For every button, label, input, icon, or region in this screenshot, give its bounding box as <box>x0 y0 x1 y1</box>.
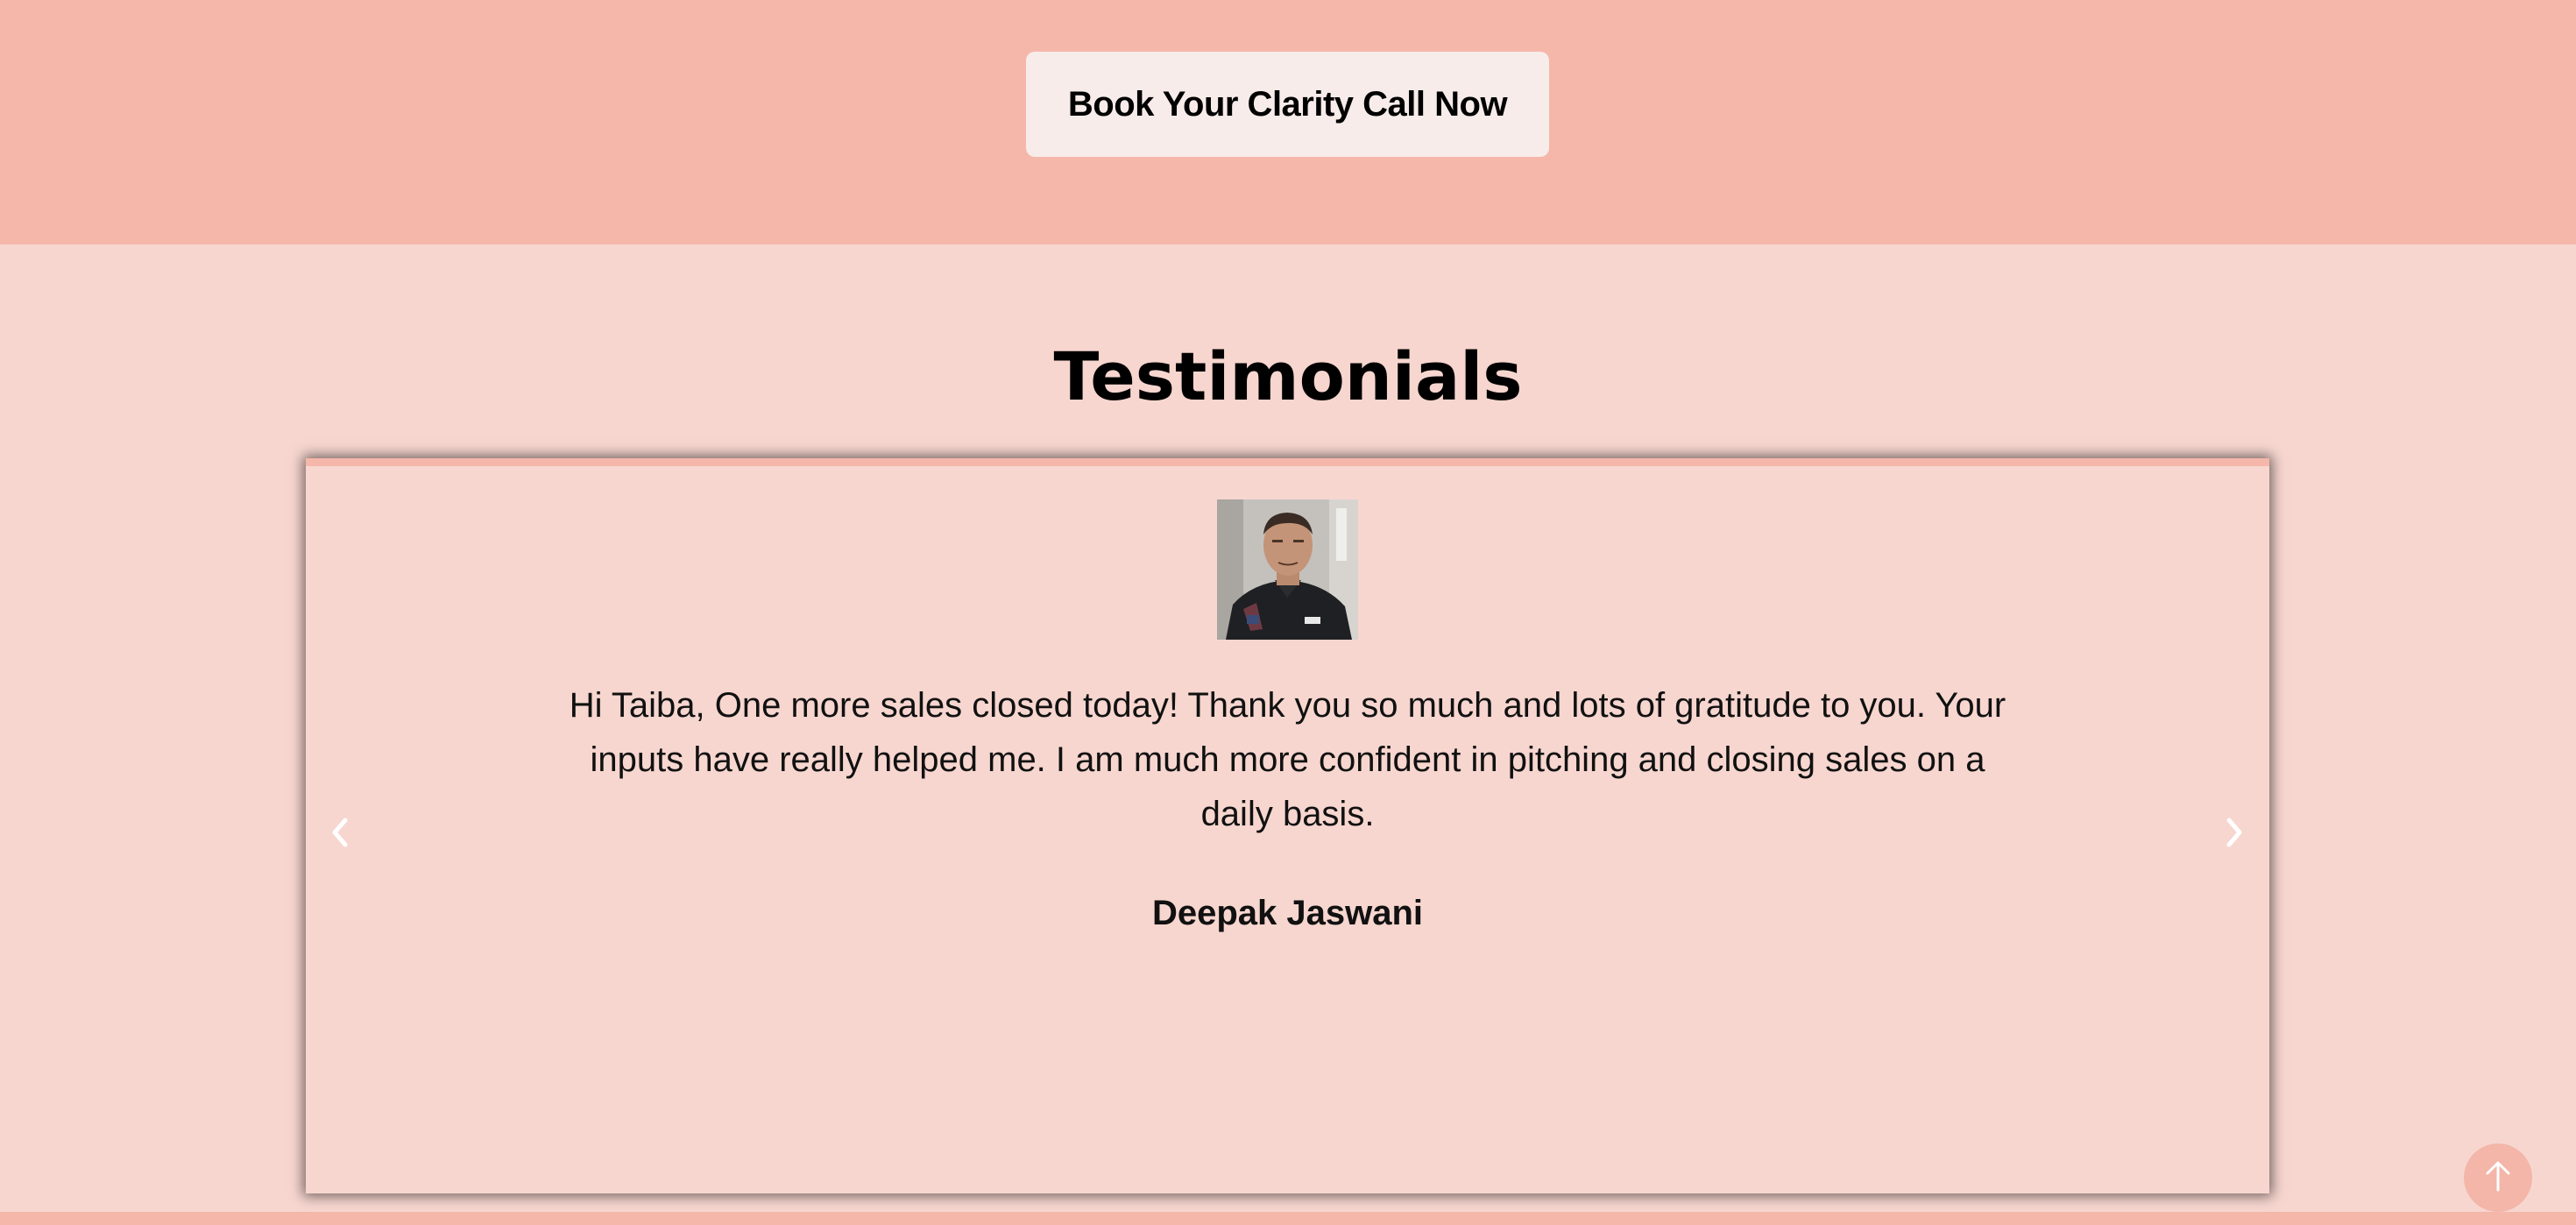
cta-band: Book Your Clarity Call Now <box>0 0 2576 244</box>
testimonial-author: Deepak Jaswani <box>1151 894 1424 932</box>
carousel-next-button[interactable] <box>2207 799 2260 869</box>
testimonials-title: Testimonials <box>1053 337 1523 415</box>
scroll-to-top-button[interactable] <box>2464 1144 2532 1212</box>
arrow-up-icon <box>2482 1158 2514 1198</box>
footer-band-edge <box>0 1212 2576 1225</box>
testimonial-quote: Hi Taiba, One more sales closed today! T… <box>569 686 2006 833</box>
chevron-left-icon <box>328 815 354 854</box>
chevron-right-icon <box>2220 815 2247 854</box>
book-clarity-call-button[interactable]: Book Your Clarity Call Now <box>1026 52 1549 157</box>
carousel-prev-button[interactable] <box>315 799 367 869</box>
testimonial-carousel: Hi Taiba, One more sales closed today! T… <box>306 458 2269 1193</box>
avatar <box>1217 499 1358 640</box>
